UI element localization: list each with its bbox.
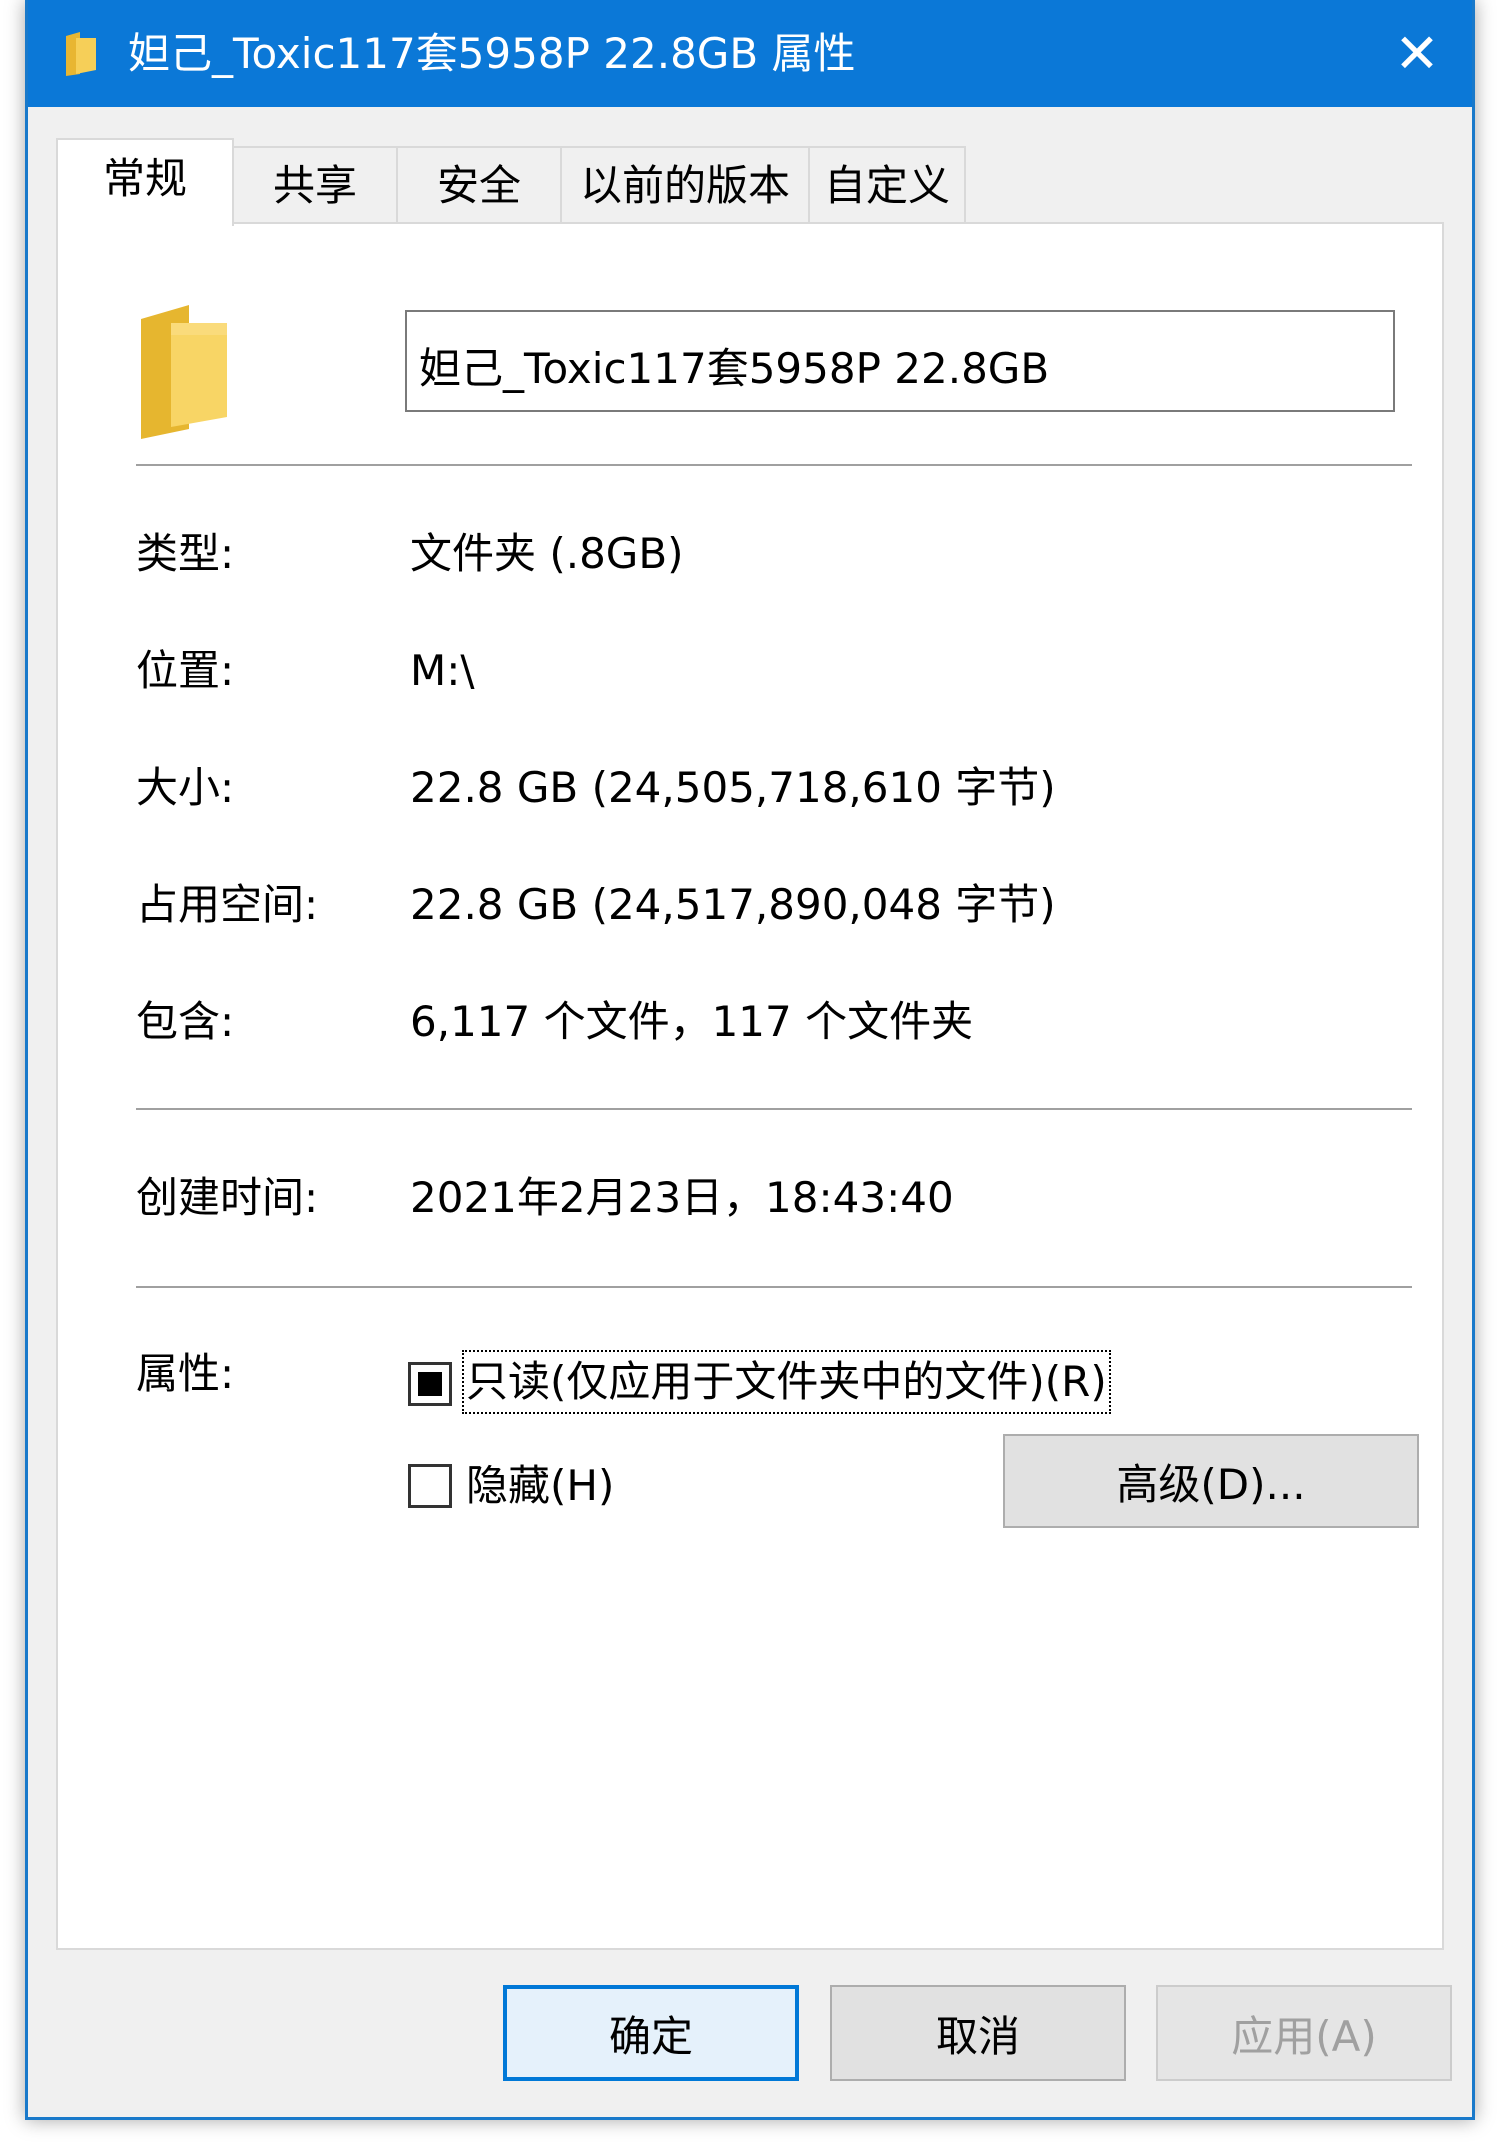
divider [136, 1108, 1412, 1110]
indeterminate-mark [418, 1372, 442, 1396]
folder-icon [66, 32, 96, 76]
location-label: 位置: [136, 646, 235, 695]
folder-icon [141, 305, 227, 439]
tab-general[interactable]: 常规 [56, 138, 234, 226]
apply-button[interactable]: 应用(A) [1156, 1985, 1452, 2081]
contains-label: 包含: [136, 997, 235, 1046]
advanced-button[interactable]: 高级(D)... [1003, 1434, 1419, 1528]
size-value: 22.8 GB (24,505,718,610 字节) [410, 763, 1056, 812]
divider [136, 1286, 1412, 1288]
cancel-button[interactable]: 取消 [830, 1985, 1126, 2081]
title-bar[interactable]: 妲己_Toxic117套5958P 22.8GB 属性 ✕ [28, 0, 1472, 107]
readonly-checkbox[interactable] [408, 1362, 452, 1406]
created-value: 2021年2月23日，18:43:40 [410, 1173, 954, 1222]
close-icon: ✕ [1394, 21, 1440, 85]
location-value: M:\ [410, 646, 475, 695]
close-button[interactable]: ✕ [1362, 0, 1472, 107]
attributes-label: 属性: [136, 1349, 235, 1398]
window-title: 妲己_Toxic117套5958P 22.8GB 属性 [128, 29, 856, 78]
tab-security[interactable]: 安全 [396, 146, 562, 224]
type-label: 类型: [136, 529, 235, 578]
size-label: 大小: [136, 763, 235, 812]
properties-dialog: 妲己_Toxic117套5958P 22.8GB 属性 ✕ 常规 共享 安全 以… [25, 0, 1475, 2120]
tab-sharing[interactable]: 共享 [232, 146, 398, 224]
disk-size-value: 22.8 GB (24,517,890,048 字节) [410, 880, 1056, 929]
folder-name-input[interactable] [405, 310, 1395, 412]
hidden-checkbox-label[interactable]: 隐藏(H) [466, 1458, 614, 1514]
tab-previous-versions[interactable]: 以前的版本 [560, 146, 810, 224]
tab-customize[interactable]: 自定义 [808, 146, 966, 224]
ok-button[interactable]: 确定 [503, 1985, 799, 2081]
created-label: 创建时间: [136, 1173, 319, 1222]
contains-value: 6,117 个文件，117 个文件夹 [410, 997, 974, 1046]
type-value: 文件夹 (.8GB) [410, 529, 684, 578]
disk-size-label: 占用空间: [136, 880, 319, 929]
readonly-checkbox-label[interactable]: 只读(仅应用于文件夹中的文件)(R) [462, 1350, 1111, 1414]
general-panel: 类型: 文件夹 (.8GB) 位置: M:\ 大小: 22.8 GB (24,5… [56, 222, 1444, 1950]
divider [136, 464, 1412, 466]
hidden-checkbox[interactable] [408, 1464, 452, 1508]
